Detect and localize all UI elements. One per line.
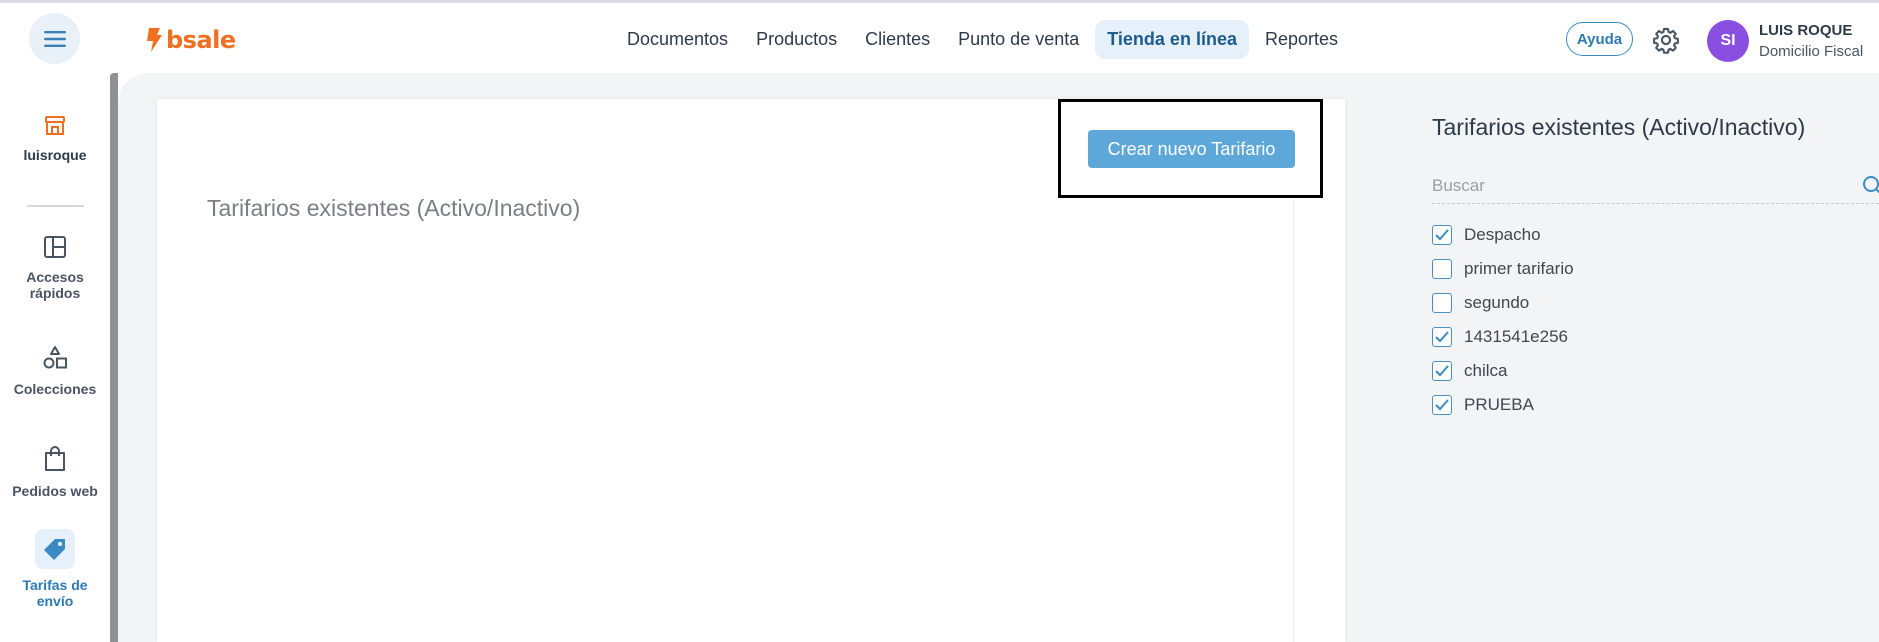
check-icon	[1435, 399, 1449, 411]
check-icon	[1435, 331, 1449, 343]
sidebar-scrollbar[interactable]	[110, 73, 118, 642]
checkbox[interactable]	[1432, 395, 1452, 415]
main-nav: Documentos Productos Clientes Punto de v…	[615, 19, 1350, 59]
list-item-label: PRUEBA	[1464, 395, 1534, 414]
sidebar-item-label: Accesos rápidos	[26, 269, 84, 301]
list-item-label: chilca	[1464, 361, 1508, 380]
sidebar-item-label: Tarifas de envío	[22, 577, 88, 609]
user-avatar[interactable]: SI	[1707, 20, 1749, 62]
nav-productos[interactable]: Productos	[744, 20, 849, 59]
list-item-label: 1431541e256	[1464, 327, 1569, 346]
left-sidebar: luisroque Accesos rápidos Colecciones Pe…	[0, 73, 110, 642]
nav-clientes[interactable]: Clientes	[853, 20, 942, 59]
nav-tienda-en-linea[interactable]: Tienda en línea	[1095, 19, 1249, 59]
sidebar-store-name: luisroque	[23, 147, 87, 163]
sidebar-item-tarifas-de-envio[interactable]: Tarifas de envío	[0, 529, 110, 609]
create-tarifario-button[interactable]: Crear nuevo Tarifario	[1088, 130, 1295, 168]
bsale-logo-icon	[147, 28, 162, 52]
app-root: bsale Documentos Productos Clientes Punt…	[0, 0, 1879, 642]
list-item[interactable]: 1431541e256	[1432, 320, 1832, 354]
list-item-label: segundo	[1464, 293, 1530, 312]
sidebar-item-label: Pedidos web	[12, 483, 98, 499]
list-item[interactable]: Despacho	[1432, 218, 1832, 252]
top-header: bsale Documentos Productos Clientes Punt…	[0, 3, 1879, 73]
checkbox[interactable]	[1432, 361, 1452, 381]
layout-icon	[44, 236, 66, 258]
sidebar-item-accesos-rapidos[interactable]: Accesos rápidos	[0, 235, 110, 301]
tarifarios-list: Despacho primer tarifario segundo 143154…	[1432, 218, 1832, 422]
sidebar-item-colecciones[interactable]: Colecciones	[0, 345, 110, 397]
right-panel-title: Tarifarios existentes (Activo/Inactivo)	[1432, 114, 1806, 140]
sidebar-divider	[27, 205, 84, 207]
help-button[interactable]: Ayuda	[1566, 22, 1633, 56]
search-icon[interactable]	[1861, 174, 1879, 198]
shopping-bag-icon	[45, 446, 65, 471]
check-icon	[1435, 229, 1449, 241]
list-item[interactable]: primer tarifario	[1432, 252, 1832, 286]
tag-icon	[44, 539, 65, 560]
checkbox[interactable]	[1432, 259, 1452, 279]
nav-reportes[interactable]: Reportes	[1253, 20, 1350, 59]
checkbox[interactable]	[1432, 293, 1452, 313]
list-item-label: primer tarifario	[1464, 259, 1574, 278]
sidebar-item-pedidos-web[interactable]: Pedidos web	[0, 445, 110, 499]
hamburger-icon	[43, 30, 66, 47]
sidebar-store[interactable]: luisroque	[0, 113, 110, 163]
list-item[interactable]: chilca	[1432, 354, 1832, 388]
sidebar-active-icon-bg	[35, 529, 75, 569]
search-input[interactable]	[1432, 170, 1852, 202]
list-item-label: Despacho	[1464, 225, 1541, 244]
check-icon	[1435, 365, 1449, 377]
bsale-logo[interactable]: bsale	[146, 25, 236, 55]
list-item[interactable]: PRUEBA	[1432, 388, 1832, 422]
store-icon	[45, 116, 65, 135]
logo-text: bsale	[166, 26, 236, 54]
user-subtitle: Domicilio Fiscal	[1759, 43, 1864, 60]
nav-punto-de-venta[interactable]: Punto de venta	[946, 20, 1091, 59]
checkbox[interactable]	[1432, 327, 1452, 347]
sidebar-item-label: Colecciones	[13, 381, 97, 397]
card-divider	[1293, 200, 1294, 642]
card-title: Tarifarios existentes (Activo/Inactivo)	[207, 195, 581, 221]
gear-icon[interactable]	[1652, 26, 1680, 54]
search-box	[1432, 170, 1879, 204]
user-name[interactable]: LUIS ROQUE	[1759, 22, 1852, 39]
checkbox[interactable]	[1432, 225, 1452, 245]
shapes-icon	[43, 346, 67, 369]
list-item[interactable]: segundo	[1432, 286, 1832, 320]
nav-documentos[interactable]: Documentos	[615, 20, 740, 59]
menu-button[interactable]	[29, 13, 80, 64]
